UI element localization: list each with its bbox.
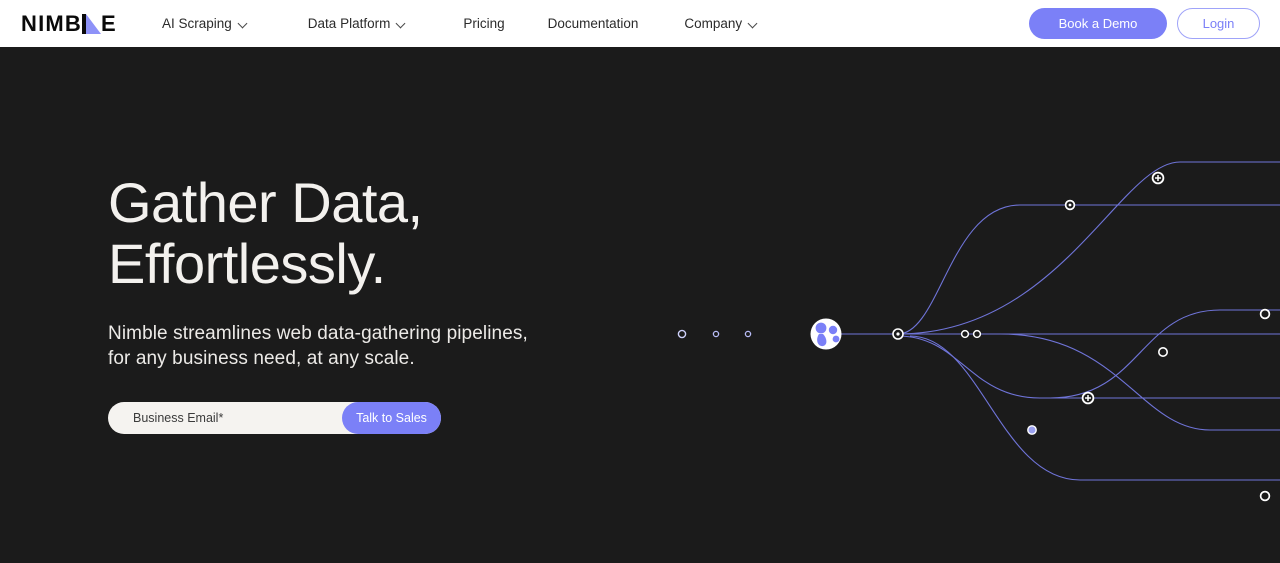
nimble-triangle-logo-icon <box>82 14 102 34</box>
page-title: Gather Data, Effortlessly. <box>108 171 423 295</box>
talk-to-sales-button[interactable]: Talk to Sales <box>342 402 441 434</box>
login-button[interactable]: Login <box>1177 8 1260 39</box>
nav-item-label: Documentation <box>547 16 639 31</box>
nav-actions: Book a Demo Login <box>1029 8 1260 39</box>
nimble-logo[interactable]: NIMB E <box>21 11 117 35</box>
nav-item-label: AI Scraping <box>162 16 232 31</box>
chevron-down-icon <box>397 19 405 27</box>
chevron-down-icon <box>239 19 247 27</box>
nav-item-company[interactable]: Company <box>684 16 757 31</box>
logo-text-part1: NIMB <box>21 11 83 36</box>
logo-text-part2: E <box>101 11 117 36</box>
nav-item-ai-scraping[interactable]: AI Scraping <box>162 16 247 31</box>
hero-subtitle: Nimble streamlines web data-gathering pi… <box>108 323 528 369</box>
data-pipeline-network-diagram <box>620 140 1280 520</box>
nav-item-label: Pricing <box>463 16 505 31</box>
nav-item-data-platform[interactable]: Data Platform <box>308 16 406 31</box>
chevron-down-icon <box>749 19 757 27</box>
hero-copy: Gather Data, Effortlessly. Nimble stream… <box>108 172 628 434</box>
top-navigation-bar: NIMB E AI Scraping Data Platform Pricing… <box>0 0 1280 47</box>
pipeline-node-group <box>677 329 752 339</box>
nav-item-pricing[interactable]: Pricing <box>463 16 504 31</box>
hero-section: Gather Data, Effortlessly. Nimble stream… <box>0 47 1280 563</box>
nav-item-label: Company <box>684 16 743 31</box>
nimble-hub-node <box>810 318 842 350</box>
nav-item-documentation[interactable]: Documentation <box>548 16 639 31</box>
nav-links: AI Scraping Data Platform Pricing Docume… <box>162 0 757 47</box>
book-a-demo-button[interactable]: Book a Demo <box>1029 8 1167 39</box>
nav-item-label: Data Platform <box>307 16 391 31</box>
email-signup-form: Talk to Sales <box>108 402 441 434</box>
